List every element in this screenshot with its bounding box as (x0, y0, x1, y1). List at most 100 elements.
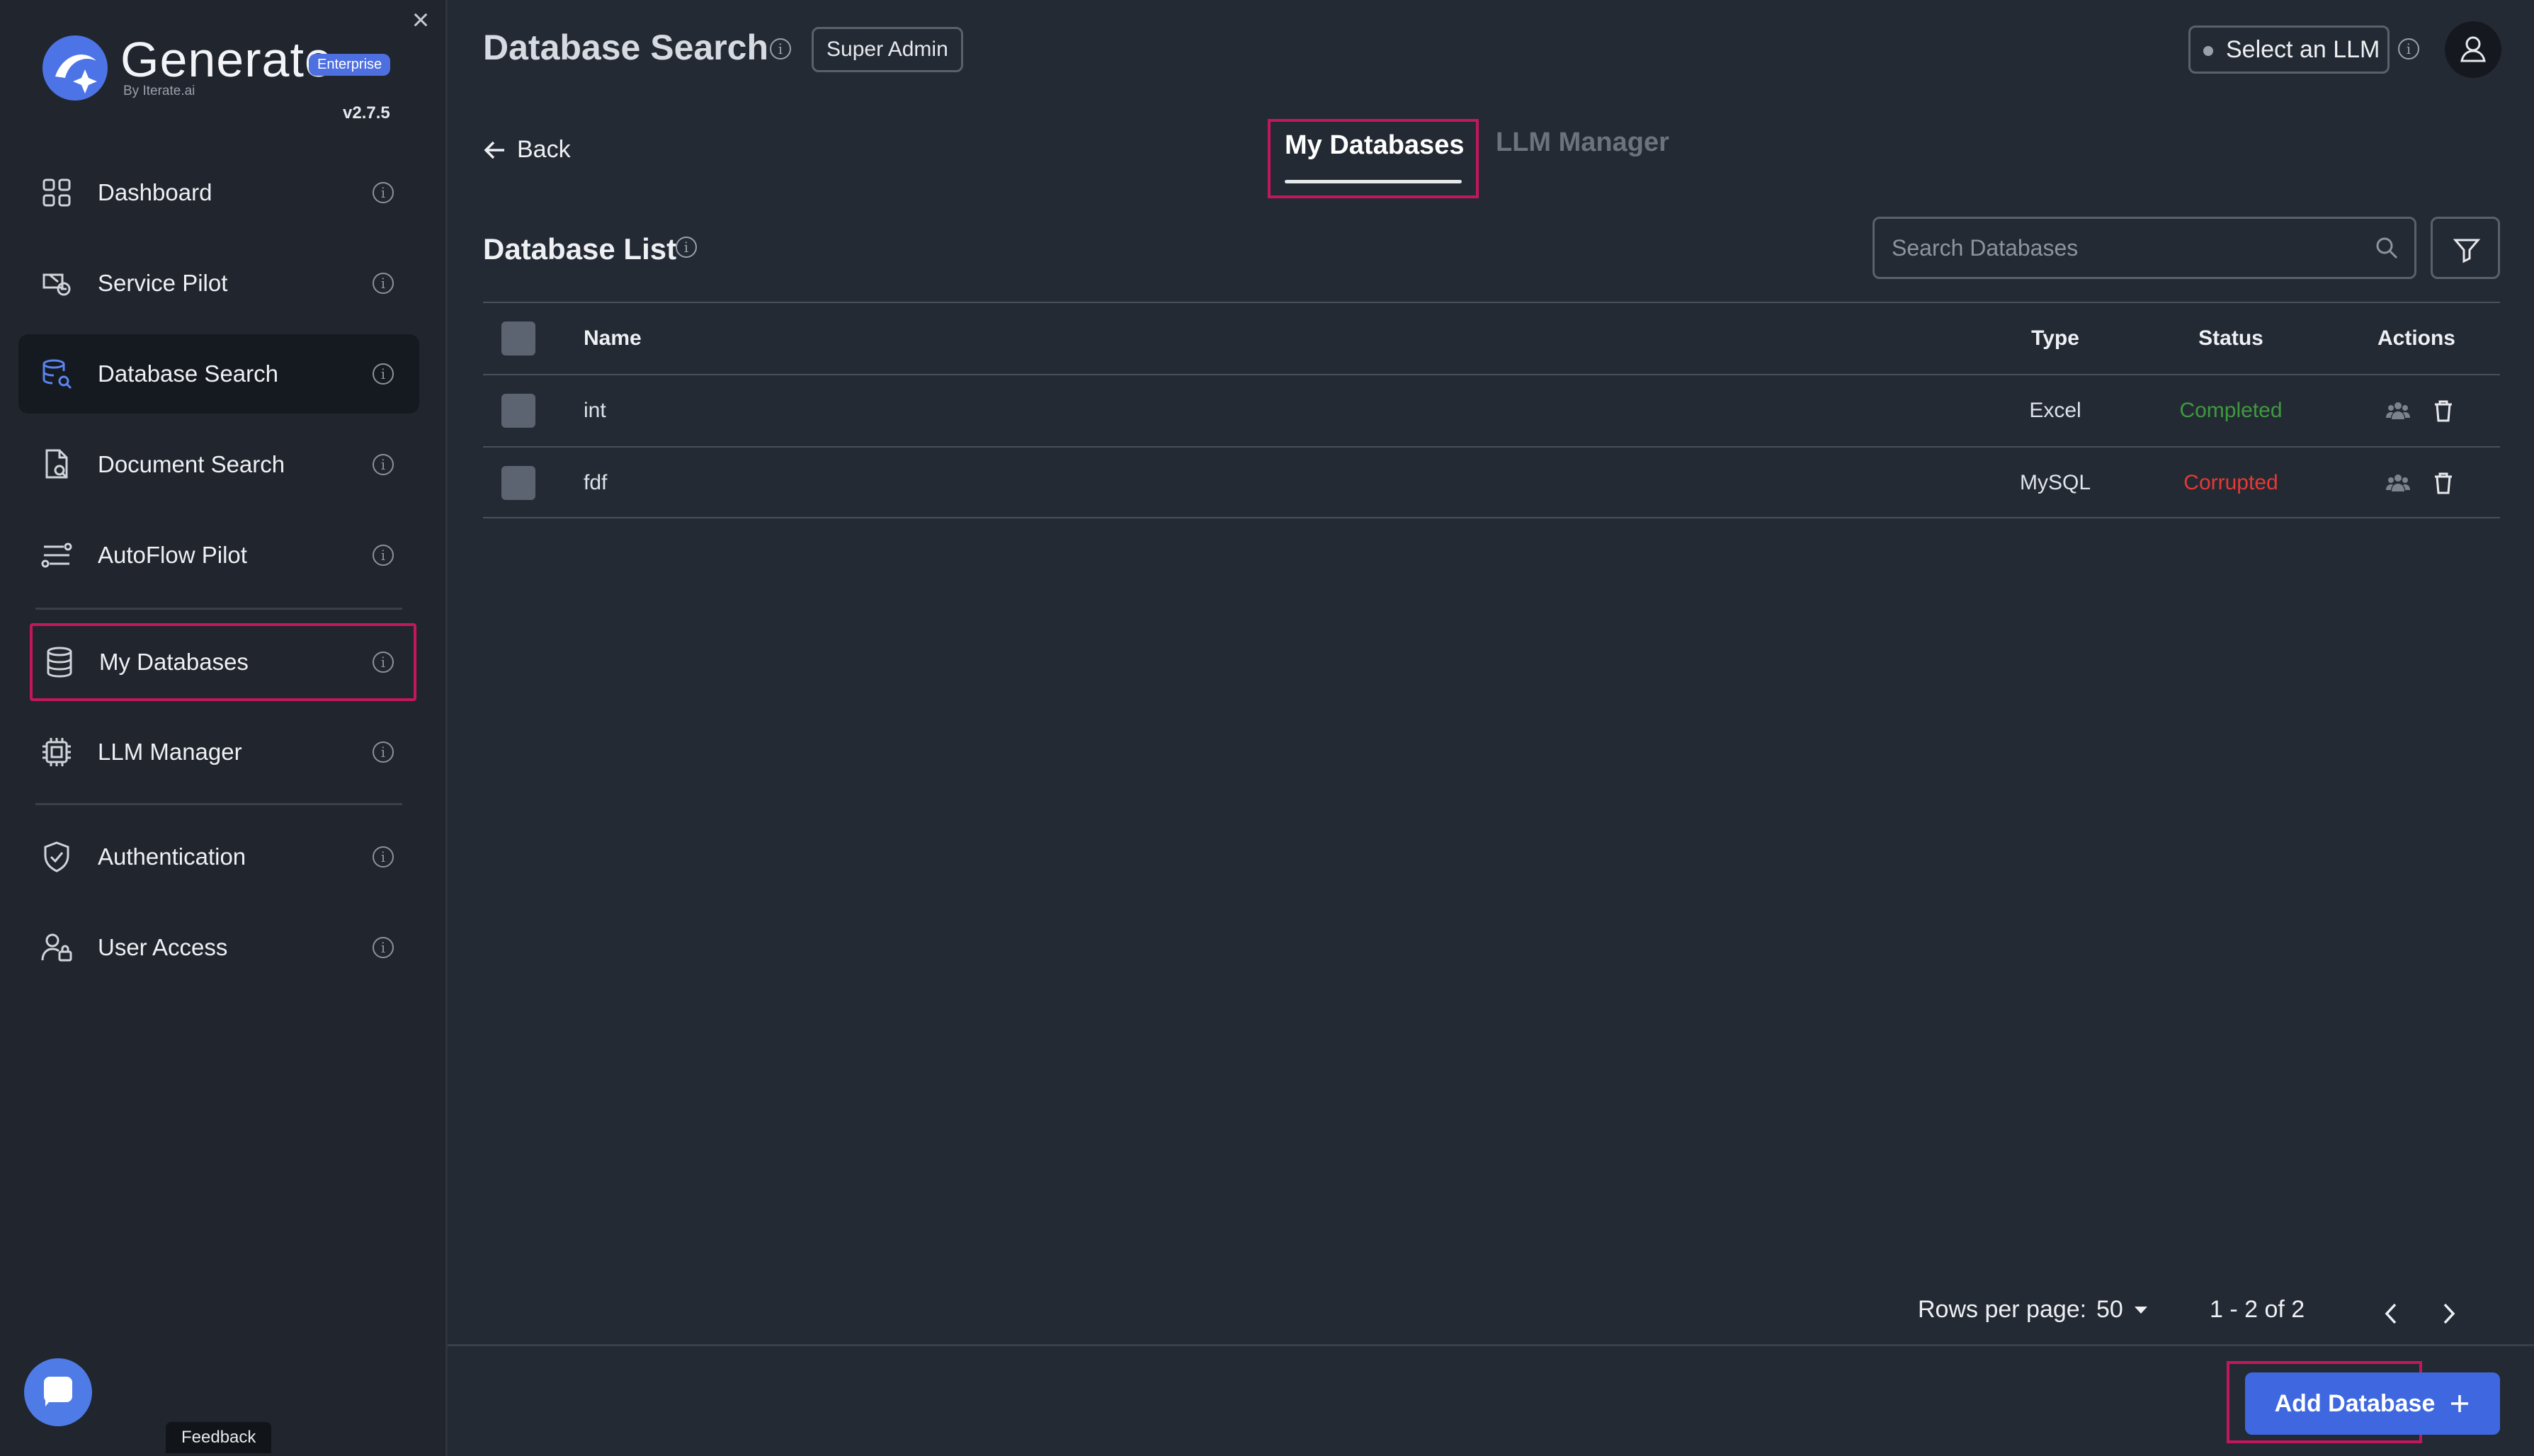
delete-icon[interactable] (2431, 470, 2456, 496)
table-row[interactable]: fdf MySQL Corrupted (483, 446, 2500, 518)
user-icon (2460, 36, 2486, 62)
brand-by-line: By Iterate.ai (123, 84, 195, 98)
llm-select[interactable]: Select an LLM (2188, 25, 2390, 74)
row-type: Excel (2029, 399, 2081, 422)
shield-icon (44, 841, 69, 872)
info-icon[interactable]: i (770, 38, 791, 59)
plus-icon (2451, 1395, 2469, 1412)
sidebar-item-document-search[interactable]: Document Search i (18, 425, 419, 504)
sidebar-item-label: LLM Manager (98, 739, 242, 765)
info-icon[interactable]: i (373, 454, 394, 475)
sidebar-item-dashboard[interactable]: Dashboard i (18, 153, 419, 232)
row-status: Completed (2179, 399, 2283, 422)
sidebar: × Generate Enterprise By Iterate.ai v2.7… (0, 0, 448, 1456)
share-users-icon[interactable] (2385, 398, 2411, 423)
info-icon[interactable]: i (2398, 38, 2419, 59)
sidebar-item-label: Authentication (98, 843, 246, 870)
filter-button[interactable] (2431, 217, 2500, 279)
database-table: Name Type Status Actions int Excel Compl… (483, 302, 2500, 518)
info-icon[interactable]: i (373, 741, 394, 763)
rows-per-page-label: Rows per page: (1918, 1296, 2087, 1323)
user-menu-button[interactable] (2445, 21, 2501, 78)
feedback-tab[interactable]: Feedback (166, 1422, 272, 1453)
row-name: int (584, 399, 606, 422)
tab-active-indicator (1285, 180, 1462, 183)
info-icon[interactable]: i (373, 846, 394, 868)
chevron-left-icon[interactable] (2381, 1302, 2401, 1326)
column-header-type[interactable]: Type (1984, 303, 2126, 374)
row-type: MySQL (2019, 471, 2091, 494)
page-title: Database Search (483, 28, 769, 67)
sidebar-item-label: Dashboard (98, 179, 212, 205)
info-icon[interactable]: i (373, 545, 394, 566)
row-actions (2385, 398, 2456, 423)
sidebar-item-autoflow-pilot[interactable]: AutoFlow Pilot i (18, 516, 419, 595)
edition-badge: Enterprise (309, 54, 391, 76)
tab-label: My Databases (1285, 130, 1465, 160)
info-icon[interactable]: i (373, 652, 394, 673)
filter-icon (2453, 239, 2481, 263)
brand-name: Generate (120, 32, 333, 87)
search-input[interactable] (1892, 219, 2345, 277)
document-search-icon (45, 449, 68, 479)
sidebar-item-llm-manager[interactable]: LLM Manager i (18, 712, 419, 792)
sidebar-item-my-databases[interactable]: My Databases i (30, 623, 416, 701)
sidebar-item-label: My Databases (99, 649, 249, 675)
add-database-button[interactable]: Add Database (2245, 1372, 2500, 1435)
info-icon[interactable]: i (373, 273, 394, 294)
sidebar-item-label: Database Search (98, 360, 278, 387)
chat-button[interactable] (24, 1358, 92, 1426)
sidebar-item-database-search[interactable]: Database Search i (18, 334, 419, 414)
close-sidebar-icon[interactable]: × (409, 5, 432, 35)
service-pilot-icon (42, 273, 71, 296)
add-database-label: Add Database (2274, 1389, 2436, 1417)
chip-icon (42, 738, 71, 766)
database-search-icon (42, 359, 72, 389)
sidebar-item-user-access[interactable]: User Access i (18, 908, 419, 987)
column-header-actions: Actions (2377, 326, 2455, 350)
sidebar-divider (35, 608, 402, 610)
info-icon[interactable]: i (676, 237, 697, 258)
autoflow-icon (41, 542, 72, 568)
info-icon[interactable]: i (373, 182, 394, 203)
sidebar-item-label: Document Search (98, 451, 285, 477)
row-checkbox[interactable] (501, 466, 535, 500)
row-actions (2385, 470, 2456, 496)
page-range: 1 - 2 of 2 (2210, 1296, 2305, 1323)
back-label: Back (517, 136, 571, 163)
tab-llm-manager[interactable]: LLM Manager (1496, 127, 1669, 158)
sidebar-item-service-pilot[interactable]: Service Pilot i (18, 244, 419, 323)
tab-my-databases[interactable]: My Databases (1268, 119, 1479, 198)
sidebar-divider (35, 803, 402, 805)
delete-icon[interactable] (2431, 398, 2456, 423)
llm-select-label: Select an LLM (2226, 36, 2380, 63)
table-row[interactable]: int Excel Completed (483, 374, 2500, 446)
row-name: fdf (584, 471, 608, 494)
chevron-right-icon[interactable] (2439, 1302, 2459, 1326)
database-icon (47, 647, 72, 678)
column-header-name[interactable]: Name (584, 303, 642, 374)
rows-per-page-value: 50 (2096, 1296, 2123, 1323)
back-button[interactable]: Back (483, 136, 571, 164)
rows-per-page-select[interactable]: 50 (2096, 1296, 2149, 1324)
row-checkbox[interactable] (501, 394, 535, 428)
info-icon[interactable]: i (373, 363, 394, 385)
row-status: Corrupted (2183, 471, 2278, 494)
share-users-icon[interactable] (2385, 470, 2411, 496)
select-all-checkbox[interactable] (501, 322, 535, 356)
role-badge: Super Admin (812, 27, 963, 72)
search-field[interactable] (1873, 217, 2416, 279)
user-lock-icon (41, 933, 72, 962)
sidebar-item-label: Service Pilot (98, 270, 228, 296)
arrow-left-icon (484, 141, 504, 159)
generate-logo (42, 35, 108, 101)
column-header-status[interactable]: Status (2160, 303, 2302, 374)
sidebar-item-label: User Access (98, 934, 228, 960)
footer-divider (448, 1344, 2534, 1346)
sidebar-item-label: AutoFlow Pilot (98, 542, 247, 568)
search-icon (2376, 237, 2398, 259)
caret-down-icon (2134, 1306, 2147, 1314)
status-dot (2203, 46, 2213, 56)
sidebar-item-authentication[interactable]: Authentication i (18, 817, 419, 897)
info-icon[interactable]: i (373, 937, 394, 958)
